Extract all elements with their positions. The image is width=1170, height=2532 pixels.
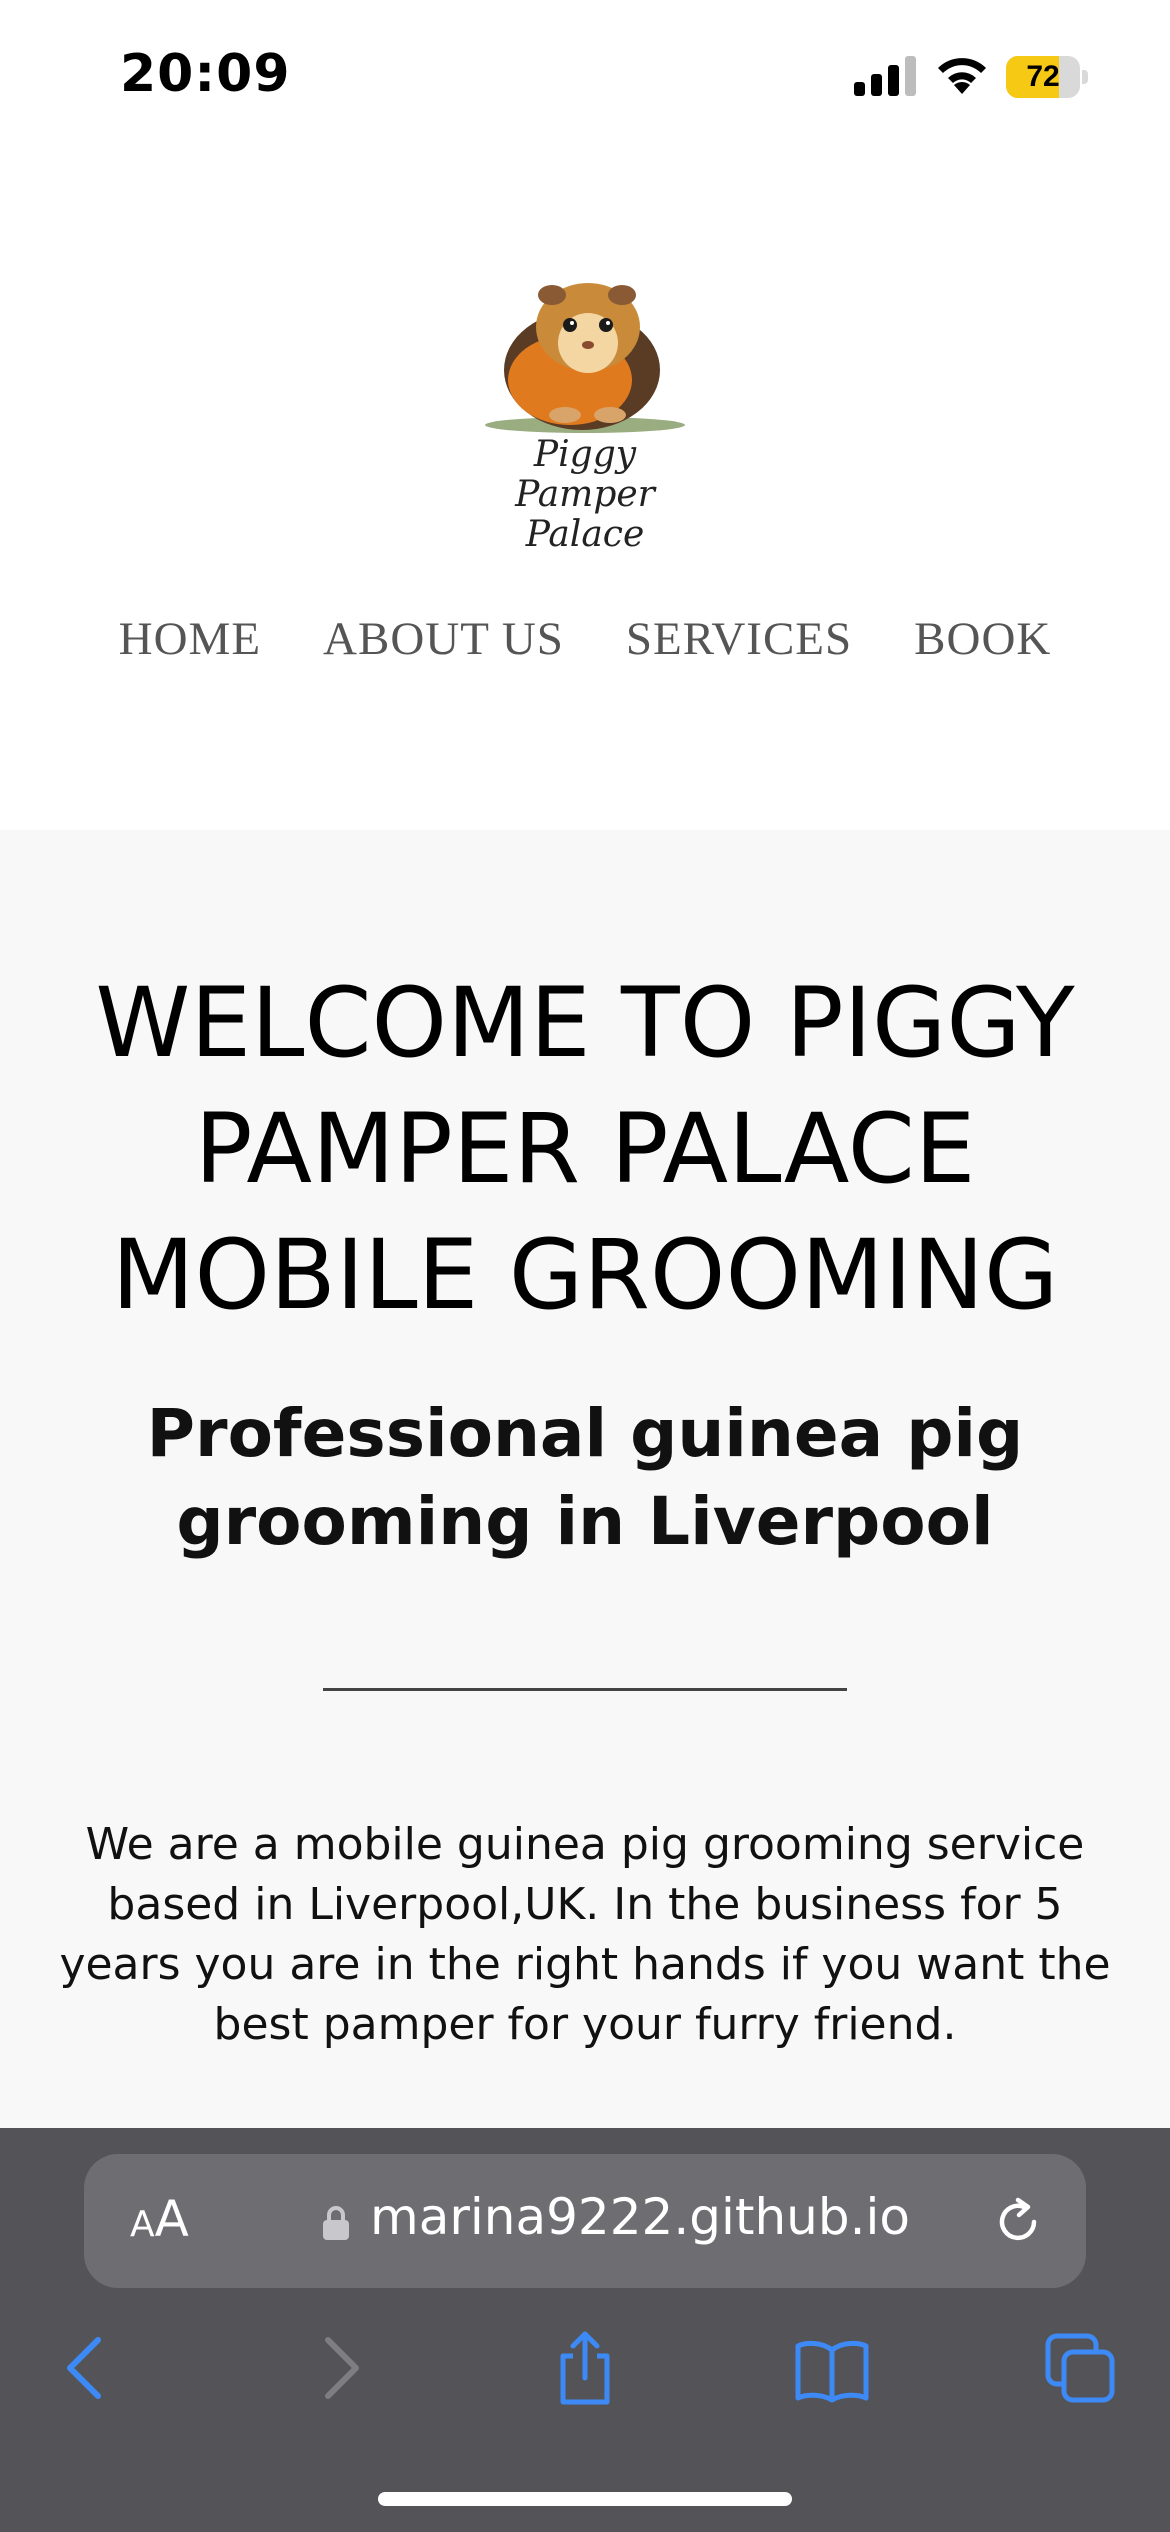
cellular-signal-icon — [854, 56, 916, 96]
browser-toolbar: AA marina9222.github.io — [0, 2128, 1170, 2532]
forward-icon[interactable] — [300, 2328, 380, 2408]
guinea-pig-icon — [485, 283, 685, 433]
wifi-icon — [938, 58, 986, 94]
site-logo[interactable]: Piggy Pamper Palace — [470, 255, 700, 555]
share-icon[interactable] — [545, 2328, 625, 2408]
main-nav: HOME ABOUT US SERVICES BOOK — [0, 612, 1170, 666]
tabs-icon[interactable] — [1040, 2328, 1120, 2408]
nav-item-home[interactable]: HOME — [119, 612, 261, 666]
battery-icon: 72 — [1006, 56, 1088, 98]
hero-subtitle: Professional guinea pig grooming in Live… — [146, 1395, 1024, 1560]
logo-line-2: Palace — [525, 514, 645, 555]
lock-icon — [323, 2206, 349, 2240]
nav-item-book[interactable]: BOOK — [914, 612, 1051, 666]
logo-text: Piggy Pamper Palace — [470, 435, 700, 555]
hero-section: WELCOME TO PIGGY PAMPER PALACE MOBILE GR… — [0, 830, 1170, 2128]
battery-level: 72 — [1026, 60, 1060, 93]
nav-item-services[interactable]: SERVICES — [626, 612, 852, 666]
hero-title: WELCOME TO PIGGY PAMPER PALACE MOBILE GR… — [95, 967, 1075, 1331]
reload-icon[interactable] — [992, 2196, 1044, 2248]
status-bar: 20:09 72 — [0, 0, 1170, 150]
url-text: marina9222.github.io — [370, 2188, 910, 2246]
back-icon[interactable] — [46, 2328, 126, 2408]
logo-line-1: Piggy Pamper — [515, 434, 655, 515]
address-bar[interactable]: AA marina9222.github.io — [84, 2154, 1086, 2288]
home-indicator[interactable] — [378, 2492, 792, 2506]
hero-description: We are a mobile guinea pig grooming serv… — [59, 1819, 1111, 2050]
bookmarks-icon[interactable] — [792, 2328, 872, 2408]
hero-divider — [323, 1688, 847, 1691]
nav-item-about-us[interactable]: ABOUT US — [323, 612, 564, 666]
status-time: 20:09 — [120, 44, 291, 104]
text-size-button[interactable]: AA — [130, 2190, 189, 2248]
